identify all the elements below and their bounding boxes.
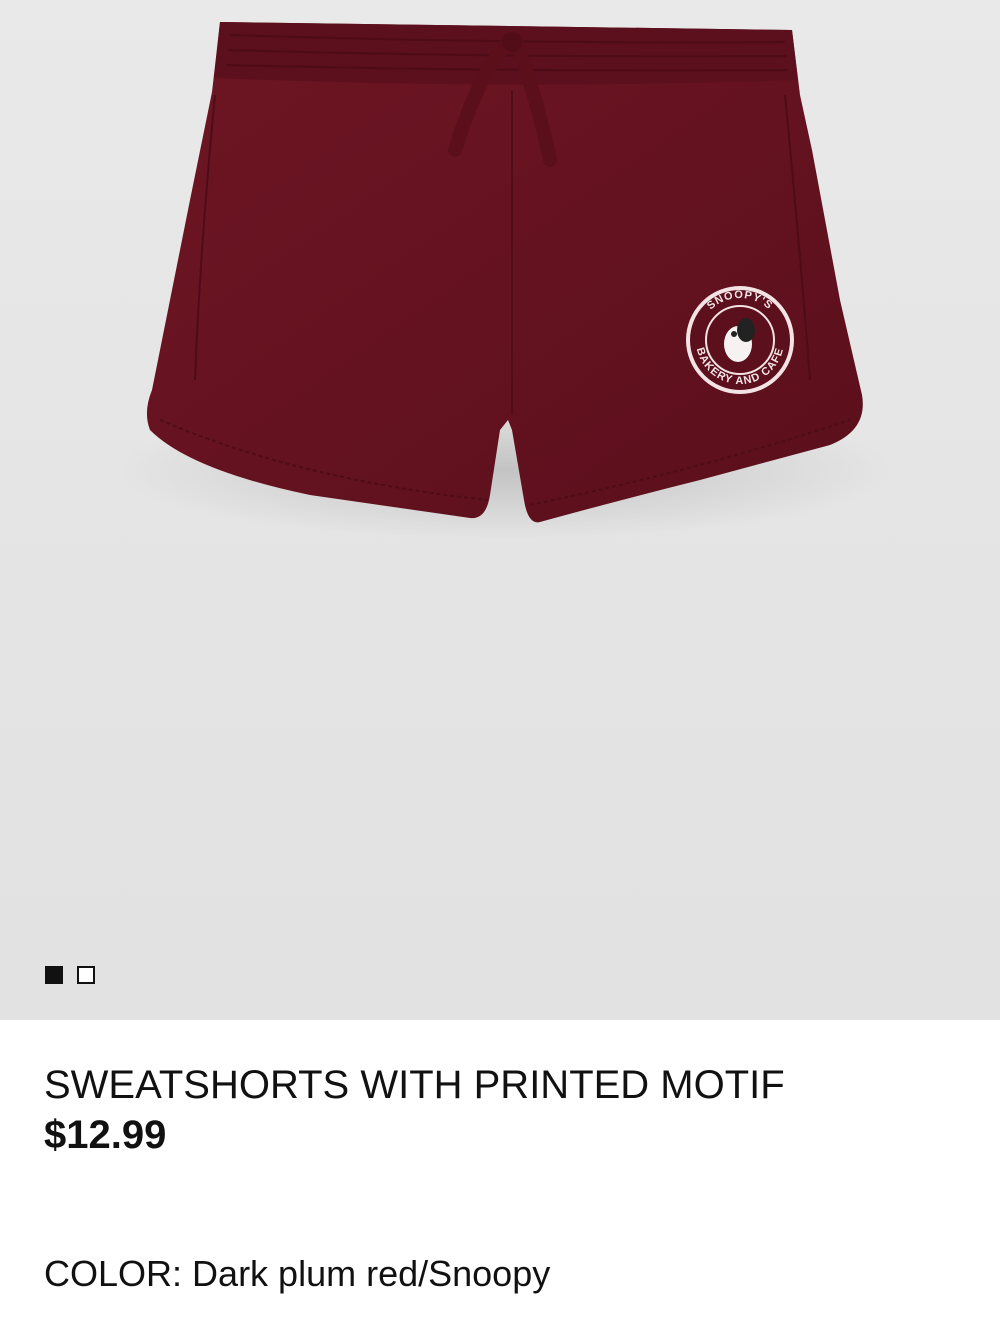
color-value: Dark plum red/Snoopy <box>192 1253 551 1294</box>
product-price: $12.99 <box>44 1113 167 1157</box>
snoopy-logo: SNOOPY'S BAKERY AND CAFE <box>686 286 794 394</box>
gallery-dot-1[interactable] <box>45 966 63 984</box>
product-title: SWEATSHORTS WITH PRINTED MOTIF <box>44 1063 785 1107</box>
gallery-pager <box>45 966 95 984</box>
product-image[interactable]: SNOOPY'S BAKERY AND CAFE <box>0 0 1000 1020</box>
gallery-dot-2[interactable] <box>77 966 95 984</box>
product-page: SNOOPY'S BAKERY AND CAFE SWEATSHORTS WIT… <box>0 0 1000 1333</box>
color-label: COLOR: <box>44 1253 183 1294</box>
product-gallery[interactable]: SNOOPY'S BAKERY AND CAFE <box>0 0 1000 1020</box>
product-info: SWEATSHORTS WITH PRINTED MOTIF $12.99 <box>44 1062 964 1158</box>
color-selection: COLOR: Dark plum red/Snoopy <box>44 1252 550 1296</box>
